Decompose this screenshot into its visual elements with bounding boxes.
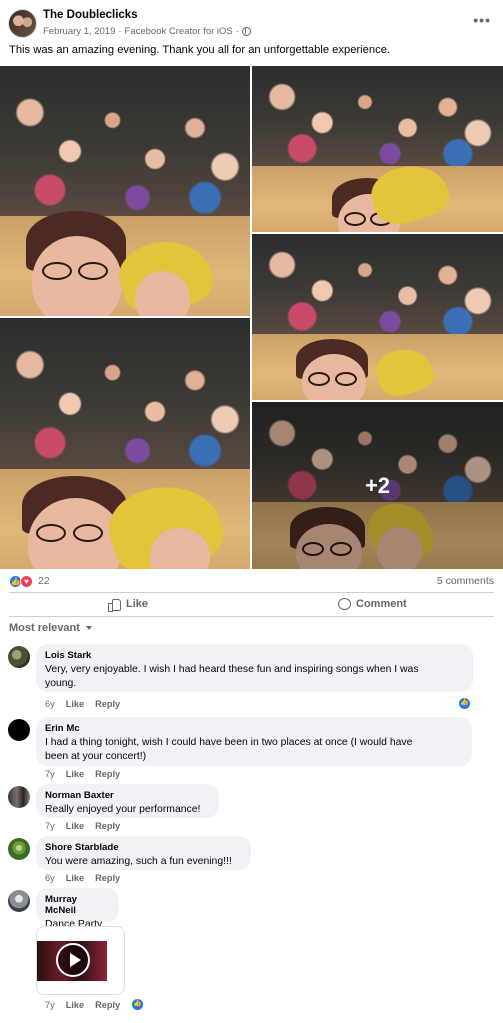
comment-bubble-icon	[338, 598, 351, 610]
gallery-photo[interactable]	[0, 66, 250, 316]
gallery-photo-more[interactable]: +2	[252, 402, 503, 569]
post-meta: February 1, 2019 · Facebook Creator for …	[43, 26, 251, 37]
comment-text: You were amazing, such a fun evening!!!	[45, 856, 232, 867]
commenter-name[interactable]: Shore Starblade	[45, 842, 242, 853]
comment-age[interactable]: 6y	[45, 699, 55, 709]
comment-age[interactable]: 7y	[45, 821, 55, 831]
commenter-avatar[interactable]	[8, 838, 30, 860]
comment-like-button[interactable]: Like	[66, 821, 84, 831]
commenter-avatar[interactable]	[8, 719, 30, 741]
like-button[interactable]: Like	[108, 594, 148, 614]
reactions-summary[interactable]: 👍 ♥ 22 5 comments	[0, 570, 503, 592]
comment-button-label: Comment	[356, 598, 407, 610]
commenter-avatar[interactable]	[8, 646, 30, 668]
comment-text: I had a thing tonight, wish I could have…	[45, 737, 413, 748]
commenter-avatar[interactable]	[8, 890, 30, 912]
more-horizontal-icon[interactable]: •••	[473, 12, 491, 28]
comment-age[interactable]: 6y	[45, 873, 55, 883]
reaction-count[interactable]: 22	[38, 575, 50, 587]
comment-text: Really enjoyed your performance!	[45, 804, 201, 815]
page-name[interactable]: The Doubleclicks	[43, 9, 138, 21]
comment-sort-dropdown[interactable]: Most relevant	[9, 622, 92, 634]
thumbs-up-icon	[108, 598, 121, 612]
gallery-photo[interactable]	[252, 66, 503, 232]
gallery-photo[interactable]	[252, 234, 503, 400]
comment-bubble: Lois Stark Very, very enjoyable. I wish …	[36, 644, 473, 692]
divider	[9, 616, 494, 617]
page-avatar[interactable]	[8, 9, 37, 38]
love-reaction-icon: ♥	[20, 575, 33, 588]
divider	[9, 592, 494, 593]
comment-age[interactable]: 7y	[45, 769, 55, 779]
photo-gallery: +2	[0, 66, 503, 569]
comment-text: Very, very enjoyable. I wish I had heard…	[45, 664, 419, 675]
comment-reply-button[interactable]: Reply	[95, 821, 120, 831]
more-photos-count[interactable]: +2	[252, 402, 503, 569]
comment-actions: 6y Like Reply	[45, 873, 120, 883]
comment-like-reaction-icon[interactable]: 👍	[131, 998, 144, 1011]
sort-label: Most relevant	[9, 622, 80, 634]
comment-reply-button[interactable]: Reply	[95, 699, 120, 709]
comment-like-reaction-icon[interactable]: 👍	[458, 697, 471, 710]
commenter-avatar[interactable]	[8, 786, 30, 808]
post-caption: This was an amazing evening. Thank you a…	[9, 44, 391, 56]
comment-bubble: Shore Starblade You were amazing, such a…	[36, 836, 251, 870]
meta-separator: ·	[235, 26, 239, 37]
comment-bubble: Erin Mc I had a thing tonight, wish I co…	[36, 717, 472, 766]
video-thumbnail[interactable]	[37, 941, 107, 981]
comment-reply-button[interactable]: Reply	[95, 873, 120, 883]
comment-bubble: Murray McNeil Dance Party	[36, 888, 119, 930]
comment-text: young.	[45, 678, 77, 689]
commenter-name[interactable]: Murray McNeil	[45, 894, 110, 916]
comment-bubble: Norman Baxter Really enjoyed your perfor…	[36, 784, 219, 818]
commenter-name[interactable]: Erin Mc	[45, 723, 463, 734]
like-button-label: Like	[126, 598, 149, 610]
comment-button[interactable]: Comment	[338, 594, 407, 614]
comment-reply-button[interactable]: Reply	[95, 1000, 120, 1010]
gallery-photo[interactable]	[0, 318, 250, 569]
meta-separator: ·	[118, 26, 122, 37]
comment-age[interactable]: 7y	[45, 1000, 55, 1010]
commenter-name[interactable]: Lois Stark	[45, 650, 464, 661]
comment-actions: 6y Like Reply	[45, 699, 120, 709]
post-date[interactable]: February 1, 2019	[43, 26, 115, 37]
comment-reply-button[interactable]: Reply	[95, 769, 120, 779]
video-attachment[interactable]	[36, 926, 125, 995]
comment-count[interactable]: 5 comments	[437, 575, 494, 587]
commenter-name[interactable]: Norman Baxter	[45, 790, 210, 801]
comment-like-button[interactable]: Like	[66, 699, 84, 709]
post-app: Facebook Creator for iOS	[124, 26, 233, 37]
comment-text: been at your concert!)	[45, 751, 147, 762]
comment-actions: 7y Like Reply	[45, 769, 120, 779]
post-header: The Doubleclicks February 1, 2019 · Face…	[0, 0, 503, 40]
comment-actions: 7y Like Reply	[45, 821, 120, 831]
comment-like-button[interactable]: Like	[66, 1000, 84, 1010]
comment-like-button[interactable]: Like	[66, 873, 84, 883]
comment-like-button[interactable]: Like	[66, 769, 84, 779]
comment-actions: 7y Like Reply	[45, 1000, 120, 1010]
caret-down-icon	[85, 626, 92, 630]
globe-icon	[241, 27, 251, 36]
play-icon[interactable]	[56, 943, 90, 977]
